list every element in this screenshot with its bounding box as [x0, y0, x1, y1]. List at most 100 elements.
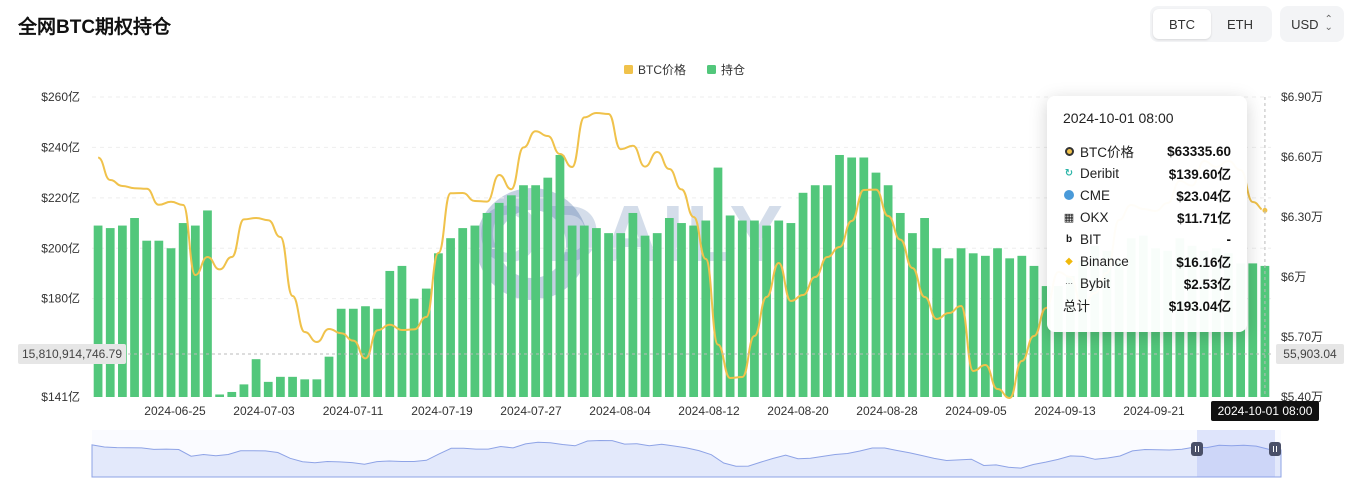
- oi-bar: [847, 157, 857, 397]
- crosshair-x-label: 2024-10-01 08:00: [1218, 404, 1313, 418]
- tooltip-row-value: $193.04亿: [1168, 299, 1231, 314]
- oi-bar: [871, 172, 881, 397]
- oi-bar: [750, 220, 759, 397]
- oi-bar: [920, 218, 929, 397]
- tooltip-row-value: $11.71亿: [1176, 211, 1231, 226]
- tooltip-row-name: BIT: [1080, 231, 1102, 247]
- navigator-selection: [1197, 430, 1275, 477]
- tooltip-row: CME $23.04亿: [1063, 184, 1231, 206]
- oi-bar: [251, 359, 261, 397]
- bybit-icon: ⋯: [1065, 278, 1073, 288]
- oi-bar: [470, 225, 480, 397]
- oi-bar: [288, 376, 297, 397]
- oi-bar: [494, 202, 504, 397]
- x-tick-label: 2024-09-21: [1123, 404, 1185, 418]
- oi-bar: [713, 167, 723, 397]
- oi-bar: [263, 381, 273, 397]
- oi-bar: [434, 253, 443, 397]
- navigator-handle: [1191, 442, 1203, 456]
- tooltip-row: BTC价格 $63335.60: [1063, 140, 1231, 162]
- oi-bar: [154, 240, 164, 397]
- tooltip-row: b BIT -: [1063, 228, 1231, 250]
- crosshair-left-label: 15,810,914,746.79: [22, 347, 122, 361]
- okx-icon: ▦: [1063, 211, 1075, 224]
- oi-bar: [93, 225, 103, 397]
- x-tick-label: 2024-07-19: [411, 404, 473, 418]
- cme-icon: [1063, 189, 1075, 201]
- oi-bar: [519, 185, 528, 397]
- x-tick-label: 2024-07-27: [500, 404, 562, 418]
- oi-bar: [166, 248, 176, 397]
- binance-icon: ◆: [1065, 255, 1073, 267]
- x-tick-label: 2024-09-05: [945, 404, 1007, 418]
- oi-bar: [506, 195, 516, 397]
- y-left-tick-label: $260亿: [41, 89, 80, 104]
- chart-tooltip: 2024-10-01 08:00 BTC价格 $63335.60 ↻ Deribit $…: [1047, 96, 1247, 332]
- oi-bar: [689, 225, 699, 397]
- oi-bar: [980, 255, 990, 397]
- y-left-tick-label: $220亿: [41, 190, 80, 205]
- oi-bar: [640, 235, 650, 397]
- oi-bar: [336, 308, 346, 397]
- oi-bar: [178, 223, 188, 397]
- oi-bar: [932, 248, 942, 397]
- oi-bar: [397, 265, 407, 397]
- oi-bar: [130, 218, 139, 397]
- oi-bar: [810, 185, 820, 397]
- oi-bar: [361, 306, 370, 397]
- x-tick-label: 2024-09-13: [1034, 404, 1096, 418]
- oi-bar: [908, 233, 917, 397]
- oi-bar: [652, 233, 662, 397]
- y-right-tick-label: $6万: [1281, 270, 1306, 284]
- oi-bar: [1005, 258, 1015, 397]
- deribit-icon: ↻: [1064, 167, 1074, 179]
- oi-bar: [822, 185, 832, 397]
- oi-bar: [616, 233, 626, 397]
- oi-bar: [373, 308, 383, 397]
- oi-bar: [276, 376, 285, 397]
- oi-bar: [348, 308, 358, 397]
- oi-bar: [215, 394, 224, 397]
- oi-bar: [446, 238, 455, 397]
- tooltip-row-name: Bybit: [1080, 275, 1111, 291]
- oi-bar: [968, 253, 978, 397]
- tooltip-row: ◆ Binance $16.16亿: [1063, 250, 1231, 272]
- tooltip-time: 2024-10-01 08:00: [1063, 110, 1174, 126]
- oi-bar: [312, 379, 322, 397]
- oi-bar: [1248, 263, 1258, 397]
- tooltip-row: ⋯ Bybit $2.53亿: [1063, 272, 1231, 294]
- y-left-tick-label: $141亿: [41, 389, 80, 404]
- y-left-tick-label: $240亿: [41, 139, 80, 154]
- navigator-handle: [1269, 442, 1281, 456]
- bit-icon: b: [1065, 233, 1073, 245]
- oi-bar: [324, 356, 334, 397]
- legend-label: 持仓: [721, 62, 745, 77]
- x-tick-label: 2024-08-12: [678, 404, 740, 418]
- oi-bar: [190, 225, 200, 397]
- tooltip-row-name: Binance: [1080, 253, 1129, 269]
- tooltip-row: ↻ Deribit $139.60亿: [1063, 162, 1231, 184]
- oi-bar: [239, 384, 249, 397]
- btc-price-icon: [1063, 145, 1075, 157]
- oi-bar: [993, 248, 1002, 397]
- oi-bar: [543, 177, 553, 397]
- x-tick-label: 2024-08-04: [589, 404, 651, 418]
- oi-bar: [482, 212, 492, 397]
- tooltip-row: ▦ OKX $11.71亿: [1063, 206, 1231, 228]
- oi-bar: [227, 391, 237, 397]
- tooltip-row: 总计 $193.04亿: [1063, 294, 1231, 316]
- x-tick-label: 2024-07-03: [233, 404, 295, 418]
- tooltip-row-name: CME: [1080, 187, 1110, 203]
- x-tick-label: 2024-06-25: [144, 404, 206, 418]
- oi-bar: [118, 225, 127, 397]
- x-tick-label: 2024-07-11: [323, 404, 384, 418]
- oi-bar: [203, 210, 212, 397]
- y-right-tick-label: $6.30万: [1281, 210, 1323, 224]
- tooltip-row-name: Deribit: [1080, 165, 1120, 181]
- tooltip-row-value: $16.16亿: [1176, 255, 1231, 270]
- oi-bar: [762, 225, 771, 397]
- oi-bar: [142, 240, 152, 397]
- tooltip-row-value: $139.60亿: [1168, 167, 1231, 182]
- tooltip-row-name: 总计: [1063, 299, 1090, 314]
- oi-bar: [105, 228, 115, 397]
